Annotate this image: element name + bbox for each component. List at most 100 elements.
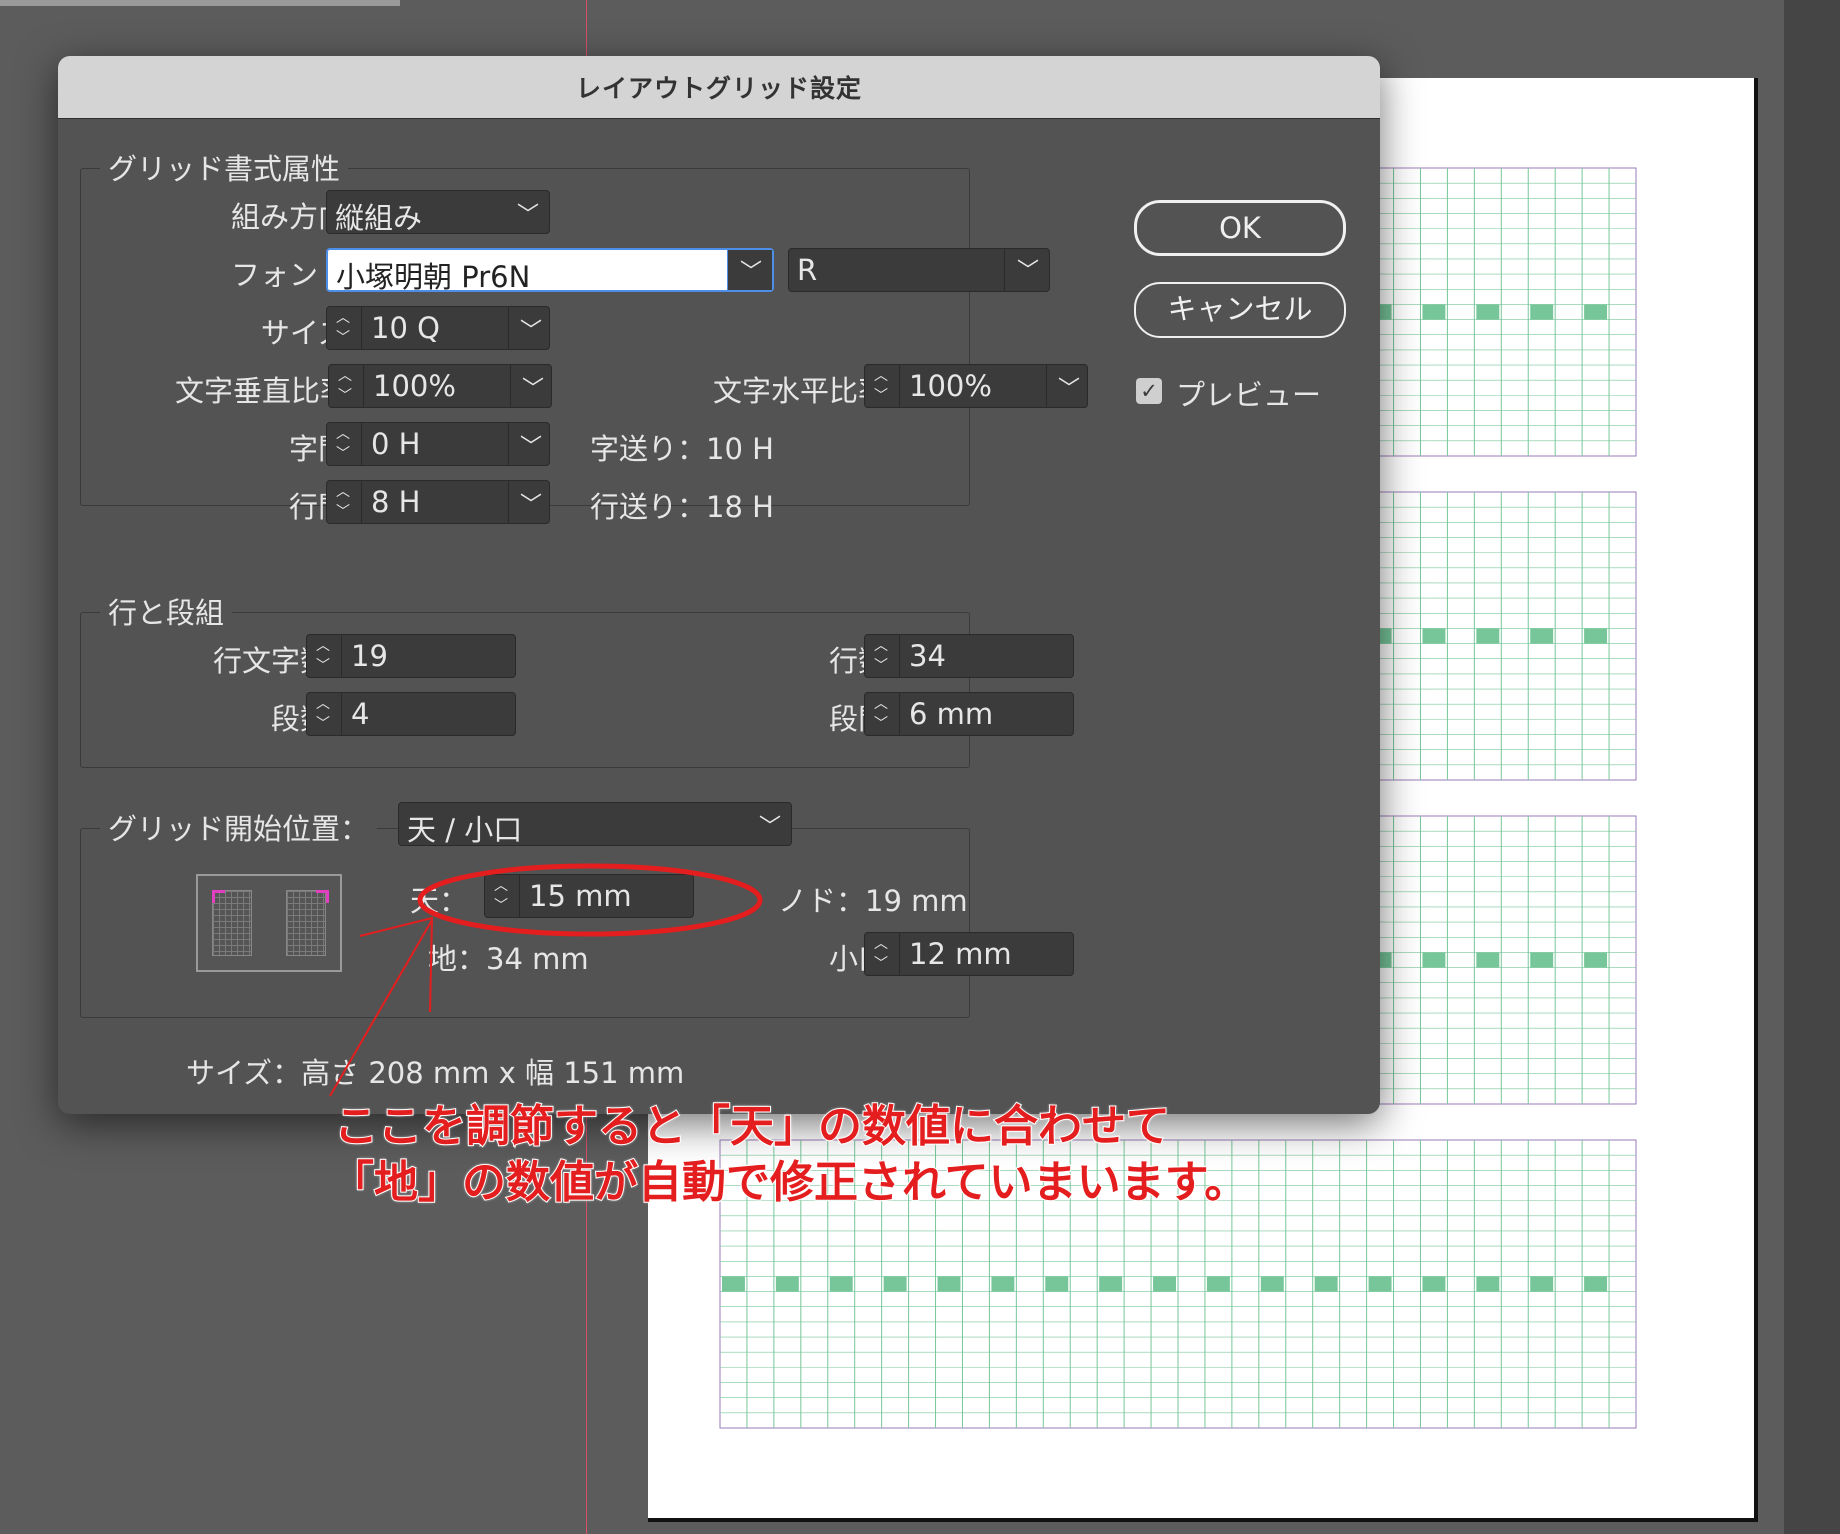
line-spacing-dropdown-toggle[interactable]: ﹀ (508, 481, 549, 523)
stepper-down-icon[interactable]: ﹀ (316, 659, 330, 673)
horizontal-scale-stepper[interactable]: ︿ ﹀ (865, 365, 900, 407)
outside-margin-value: 12 mm (909, 937, 1012, 971)
dialog-titlebar: レイアウトグリッド設定 (58, 56, 1380, 119)
preview-checkbox[interactable]: ✓ (1136, 378, 1162, 404)
size-stepper[interactable]: ︿ ﹀ (327, 307, 362, 349)
lines-stepper[interactable]: ︿ ﹀ (865, 635, 900, 677)
grid-center-marker (1476, 304, 1500, 320)
gutter-field[interactable]: ︿ ﹀ 6 mm (864, 692, 1074, 736)
bottom-margin-text: 地：34 mm (428, 942, 589, 976)
chevron-down-icon: ﹀ (1016, 259, 1039, 284)
font-style-dropdown-toggle[interactable]: ﹀ (1004, 249, 1049, 291)
char-spacing-combo[interactable]: ︿ ﹀ 0 H ﹀ (326, 422, 550, 466)
grid-center-marker (991, 1276, 1015, 1292)
chars-per-line-value: 19 (351, 639, 388, 673)
chevron-down-icon: ﹀ (1058, 377, 1081, 402)
char-spacing-stepper[interactable]: ︿ ﹀ (327, 423, 362, 465)
grid-center-marker (1530, 628, 1554, 644)
vertical-scale-combo[interactable]: ︿ ﹀ 100% ﹀ (328, 364, 552, 408)
stepper-down-icon[interactable]: ﹀ (336, 447, 350, 461)
size-dropdown-toggle[interactable]: ﹀ (508, 307, 549, 349)
grid-center-marker (1530, 304, 1554, 320)
grid-center-marker (1099, 1276, 1123, 1292)
line-spacing-stepper[interactable]: ︿ ﹀ (327, 481, 362, 523)
font-family-dropdown-toggle[interactable]: ﹀ (727, 250, 772, 290)
top-margin-stepper[interactable]: ︿ ﹀ (485, 875, 520, 917)
columns-value: 4 (351, 697, 370, 731)
direction-value: 縦組み (335, 201, 423, 235)
grid-center-marker (1584, 1276, 1608, 1292)
chevron-down-icon: ﹀ (520, 319, 543, 344)
grid-center-marker (1584, 304, 1608, 320)
stepper-down-icon[interactable]: ﹀ (874, 659, 888, 673)
stepper-down-icon[interactable]: ﹀ (494, 899, 508, 913)
stepper-up-icon[interactable]: ︿ (874, 937, 888, 951)
horizontal-scale-dropdown-toggle[interactable]: ﹀ (1046, 365, 1087, 407)
grid-center-marker (775, 1276, 799, 1292)
lines-field[interactable]: ︿ ﹀ 34 (864, 634, 1074, 678)
outside-margin-stepper[interactable]: ︿ ﹀ (865, 933, 900, 975)
stepper-down-icon[interactable]: ﹀ (874, 389, 888, 403)
vertical-scale-dropdown-toggle[interactable]: ﹀ (510, 365, 551, 407)
outside-margin-field[interactable]: ︿ ﹀ 12 mm (864, 932, 1074, 976)
stepper-up-icon[interactable]: ︿ (338, 369, 352, 383)
top-ruler-strip (0, 0, 400, 6)
grid-format-legend: グリッド書式属性 (100, 146, 349, 188)
stepper-up-icon[interactable]: ︿ (336, 311, 350, 325)
stepper-up-icon[interactable]: ︿ (494, 879, 508, 893)
preview-label[interactable]: プレビュー (1176, 372, 1321, 414)
stepper-down-icon[interactable]: ﹀ (338, 389, 352, 403)
direction-dropdown[interactable]: 縦組み ﹀ (326, 190, 550, 235)
line-spacing-combo[interactable]: ︿ ﹀ 8 H ﹀ (326, 480, 550, 524)
stepper-up-icon[interactable]: ︿ (874, 369, 888, 383)
stepper-up-icon[interactable]: ︿ (336, 485, 350, 499)
stepper-up-icon[interactable]: ︿ (874, 697, 888, 711)
ok-button[interactable]: OK (1134, 200, 1346, 256)
stepper-up-icon[interactable]: ︿ (336, 427, 350, 441)
top-margin-label: 天： (409, 884, 468, 918)
cancel-button[interactable]: キャンセル (1134, 282, 1346, 338)
layout-grid-dialog: レイアウトグリッド設定 グリッド書式属性 組み方向： 縦組み ﹀ フォント： 小… (58, 56, 1380, 1114)
font-family-dropdown[interactable]: 小塚明朝 Pr6N ﹀ (326, 248, 774, 294)
grid-center-marker (1476, 628, 1500, 644)
stepper-down-icon[interactable]: ﹀ (316, 717, 330, 731)
size-combo[interactable]: ︿ ﹀ 10 Q ﹀ (326, 306, 550, 350)
stepper-down-icon[interactable]: ﹀ (336, 505, 350, 519)
stepper-down-icon[interactable]: ﹀ (874, 957, 888, 971)
gutter-value: 6 mm (909, 697, 994, 731)
grid-center-marker (1476, 952, 1500, 968)
horizontal-scale-combo[interactable]: ︿ ﹀ 100% ﹀ (864, 364, 1088, 408)
font-style-dropdown[interactable]: R ﹀ (788, 248, 1050, 292)
grid-center-marker (883, 1276, 907, 1292)
grid-size-text: サイズ：高さ 208 mm x 幅 151 mm (186, 1056, 685, 1090)
char-spacing-value: 0 H (371, 427, 421, 461)
lines-value: 34 (909, 639, 946, 673)
stepper-up-icon[interactable]: ︿ (874, 639, 888, 653)
grid-center-marker (1153, 1276, 1176, 1292)
start-position-value: 天 / 小口 (407, 813, 523, 847)
chars-per-line-field[interactable]: ︿ ﹀ 19 (306, 634, 516, 678)
chevron-down-icon: ﹀ (520, 435, 543, 460)
horizontal-scale-value: 100% (909, 369, 992, 403)
chars-per-line-stepper[interactable]: ︿ ﹀ (307, 635, 342, 677)
stepper-up-icon[interactable]: ︿ (316, 639, 330, 653)
columns-stepper[interactable]: ︿ ﹀ (307, 693, 342, 735)
annotation-line-2: 「地」の数値が自動で修正されていまいます。 (329, 1156, 1249, 1209)
lines-columns-legend: 行と段組 (100, 590, 233, 632)
columns-field[interactable]: ︿ ﹀ 4 (306, 692, 516, 736)
stepper-down-icon[interactable]: ﹀ (874, 717, 888, 731)
gutter-stepper[interactable]: ︿ ﹀ (865, 693, 900, 735)
inside-margin-text: ノド：19 mm (778, 884, 968, 918)
grid-center-marker (829, 1276, 853, 1292)
grid-center-marker (1584, 628, 1608, 644)
lines-columns-group (80, 612, 970, 768)
top-margin-field[interactable]: ︿ ﹀ 15 mm (484, 874, 694, 918)
char-spacing-dropdown-toggle[interactable]: ﹀ (508, 423, 549, 465)
chevron-down-icon: ﹀ (758, 815, 781, 840)
dialog-title: レイアウトグリッド設定 (575, 74, 862, 103)
stepper-up-icon[interactable]: ︿ (316, 697, 330, 711)
start-position-dropdown[interactable]: 天 / 小口 ﹀ (398, 802, 792, 847)
vertical-scale-stepper[interactable]: ︿ ﹀ (329, 365, 364, 407)
stepper-down-icon[interactable]: ﹀ (336, 331, 350, 345)
chevron-down-icon: ﹀ (522, 377, 545, 402)
